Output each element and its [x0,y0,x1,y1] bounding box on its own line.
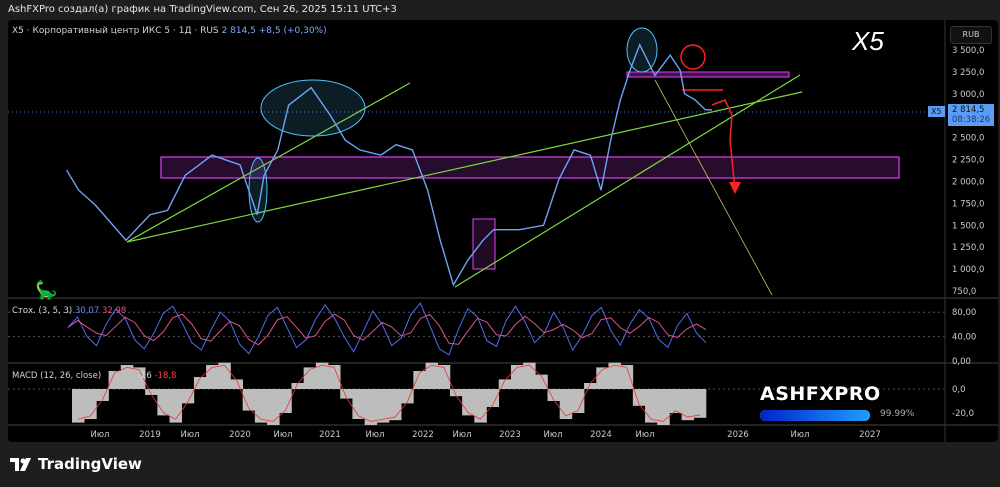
x-tick-label: Июл [366,430,385,440]
stoch-label: Стох. (3, 5, 3) [12,306,73,316]
y-tick-label: 3 500,0 [952,46,984,56]
macd-histogram-bar [681,389,695,421]
ellipse-top-2020 [260,79,366,137]
x-tick-label: Июл [636,430,655,440]
y-tick-label: 750,0 [952,287,976,297]
stoch-tick-label: 40,00 [952,333,976,343]
x-tick-label: Июл [791,430,810,440]
x-tick-label: Июл [91,430,110,440]
price-tag-symbol: X5 [928,106,945,117]
stoch-tick-label: 0,00 [952,357,971,367]
resistance-zone [626,71,790,78]
x-tick-label: 2019 [139,430,161,440]
attribution: AshFXPro создал(а) график на TradingView… [8,4,397,15]
macd-histogram-bar [425,362,439,389]
y-tick-label: 3 000,0 [952,90,984,100]
x-tick-label: Июл [181,430,200,440]
progress-label: 99.99% [880,409,915,419]
macd-histogram-bar [389,389,402,421]
x-tick-label: 2026 [727,430,749,440]
y-tick-label: 2 250,0 [952,156,984,166]
macd-histogram-bar [267,389,280,425]
y-tick-label: 1 250,0 [952,243,984,253]
macd-histogram-bar [218,362,231,389]
trendline-3 [454,74,801,288]
dino-icon: 🦕 [35,279,57,301]
price-tag: 2 814,5 08:38:26 [948,104,994,126]
macd-histogram-bar [413,371,426,389]
macd-histogram-bar [303,367,317,389]
symbol-title: X5 · Корпоративный центр ИКС 5 · 1Д · RU… [12,26,219,36]
arrow-head [729,182,741,194]
macd-histogram-bar [157,389,170,416]
x-tick-label: 2022 [412,430,434,440]
bar-countdown: 08:38:26 [952,115,991,125]
x-tick-label: 2020 [229,430,251,440]
macd-histogram-bar [523,362,536,389]
tradingview-icon [10,457,31,471]
macd-histogram-bar [693,389,707,418]
macd-histogram-bar [242,389,256,411]
macd-histogram-bar [352,389,365,419]
macd-histogram-bar [669,389,682,413]
macd-histogram-bar [84,389,97,419]
stoch-k-value: 30,07 [74,306,100,316]
y-tick-label: 1 750,0 [952,199,984,209]
red-circle [680,44,706,70]
macd-legend[interactable]: MACD (12, 26, close) -26 -18,8 [12,371,176,381]
stoch-legend[interactable]: Стох. (3, 5, 3) 30,07 32,98 [12,306,126,316]
macd-histogram-bar [169,389,183,423]
last-price: 2 814,5 [221,26,256,36]
stoch-tick-label: 80,00 [952,308,976,318]
x-tick-label: 2027 [859,430,881,440]
macd-histogram-bar [462,389,475,416]
y-tick-label: 1 500,0 [952,221,984,231]
macd-histogram-bar [559,389,573,419]
progress-bar [760,410,870,421]
stoch-k-line [67,302,707,356]
macd-value-1: -26 [137,371,152,381]
y-tick-label: 1 000,0 [952,265,984,275]
tradingview-wordmark: TradingView [38,455,142,473]
progress-fill [760,410,870,421]
macd-tick-label: 0,0 [952,385,966,395]
x-tick-label: 2024 [590,430,612,440]
x-tick-label: 2023 [499,430,521,440]
macd-value-2: -18,8 [154,371,177,381]
currency-button[interactable]: RUB [950,26,992,44]
chart-legend: X5 · Корпоративный центр ИКС 5 · 1Д · RU… [12,26,327,36]
x-tick-label: Июл [453,430,472,440]
macd-histogram-bar [657,389,670,425]
x-tick-label: 2021 [319,430,341,440]
macd-histogram-bar [72,389,85,423]
price-tag-value: 2 814,5 [952,105,985,115]
macd-tick-label: -20,0 [952,409,974,419]
y-tick-label: 2 500,0 [952,134,984,144]
macd-histogram-bar [474,389,487,423]
tradingview-logo[interactable]: TradingView [10,455,142,473]
stoch-d-value: 32,98 [101,306,127,316]
macd-histogram-bar [510,365,524,389]
macd-histogram-bar [376,389,390,423]
macd-label: MACD (12, 26, close) [12,371,102,381]
drawings [8,27,945,296]
y-tick-label: 2 000,0 [952,177,984,187]
macd-histogram-bar [254,389,268,423]
macd-histogram-bar [596,367,609,389]
x-tick-label: Июл [544,430,563,440]
x-tick-label: Июл [274,430,293,440]
macd-histogram-bar [206,365,219,389]
ashfxpro-logo: ASHFXPRO [760,383,881,405]
accumulation-box [472,218,496,270]
price-change: +8,5 (+0,30%) [258,26,327,36]
macd-histogram-bar [645,389,658,423]
y-tick-label: 3 250,0 [952,68,984,78]
symbol-watermark: X5 [852,26,884,56]
